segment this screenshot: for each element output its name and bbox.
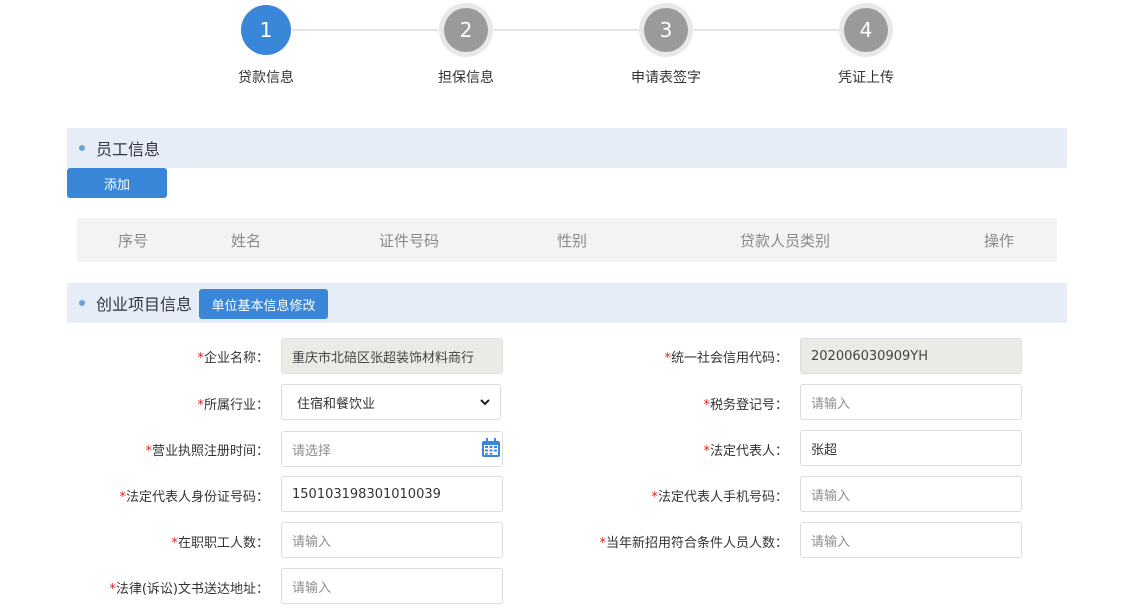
step-number: 3 [644, 8, 688, 52]
new-hires-label: *当年新招用符合条件人员人数： [599, 536, 788, 551]
column-header: 序号 [117, 232, 149, 250]
column-header: 证件号码 [378, 232, 440, 250]
section-title: 创业项目信息 [96, 295, 193, 314]
step-label: 凭证上传 [838, 70, 894, 86]
company-name-label: *企业名称： [197, 351, 269, 366]
step-4[interactable]: 4 凭证上传 [806, 3, 926, 87]
bullet-icon [79, 300, 85, 306]
step-number: 1 [241, 5, 291, 55]
bullet-icon [79, 145, 85, 151]
step-2[interactable]: 2 担保信息 [406, 3, 526, 87]
legal-rep-label: *法定代表人： [703, 444, 788, 459]
column-header: 贷款人员类别 [739, 232, 831, 250]
legal-rep-id-label: *法定代表人身份证号码： [119, 490, 269, 505]
legal-rep-id-input[interactable]: 150103198301010039 [281, 476, 503, 512]
legal-rep-phone-input[interactable]: 请输入 [800, 476, 1022, 512]
progress-stepper: 1 贷款信息 2 担保信息 3 申请表签字 4 凭证上传 [0, 0, 1137, 100]
legal-address-input[interactable]: 请输入 [281, 568, 503, 604]
tax-no-input[interactable]: 请输入 [800, 384, 1022, 420]
chevron-down-icon [480, 399, 490, 406]
license-date-input[interactable]: 请选择 [281, 431, 503, 467]
step-label: 申请表签字 [631, 70, 701, 86]
column-header: 性别 [556, 232, 588, 250]
step-label: 担保信息 [438, 70, 494, 86]
step-1[interactable]: 1 贷款信息 [206, 3, 326, 87]
staff-count-label: *在职职工人数： [171, 536, 269, 551]
legal-rep-phone-label: *法定代表人手机号码： [651, 490, 788, 505]
step-number: 2 [444, 8, 488, 52]
step-3[interactable]: 3 申请表签字 [606, 3, 726, 87]
add-employee-button[interactable]: 添加 [67, 168, 167, 198]
step-number: 4 [844, 8, 888, 52]
section-title: 员工信息 [96, 140, 161, 159]
employee-section-header: 员工信息 [67, 128, 1067, 168]
step-label: 贷款信息 [238, 70, 294, 86]
calendar-icon[interactable] [480, 437, 502, 459]
column-header: 姓名 [230, 232, 262, 250]
staff-count-input[interactable]: 请输入 [281, 522, 503, 558]
legal-address-label: *法律(诉讼)文书送达地址： [109, 582, 269, 597]
company-name-field[interactable]: 重庆市北碚区张超装饰材料商行 [281, 338, 503, 374]
license-date-placeholder: 请选择 [292, 443, 332, 459]
industry-label: *所属行业： [197, 398, 269, 413]
employee-table-header: 序号 姓名 证件号码 性别 贷款人员类别 操作 [77, 218, 1057, 262]
tax-no-label: *税务登记号： [703, 398, 788, 413]
modify-unit-info-button[interactable]: 单位基本信息修改 [199, 289, 328, 319]
credit-code-field[interactable]: 202006030909YH [800, 338, 1022, 374]
legal-rep-input[interactable]: 张超 [800, 430, 1022, 466]
credit-code-label: *统一社会信用代码： [664, 351, 788, 366]
industry-select[interactable]: 住宿和餐饮业 [281, 384, 501, 420]
column-header: 操作 [983, 232, 1015, 250]
license-date-label: *营业执照注册时间： [145, 444, 269, 459]
industry-selected-value: 住宿和餐饮业 [297, 396, 376, 412]
new-hires-input[interactable]: 请输入 [800, 522, 1022, 558]
